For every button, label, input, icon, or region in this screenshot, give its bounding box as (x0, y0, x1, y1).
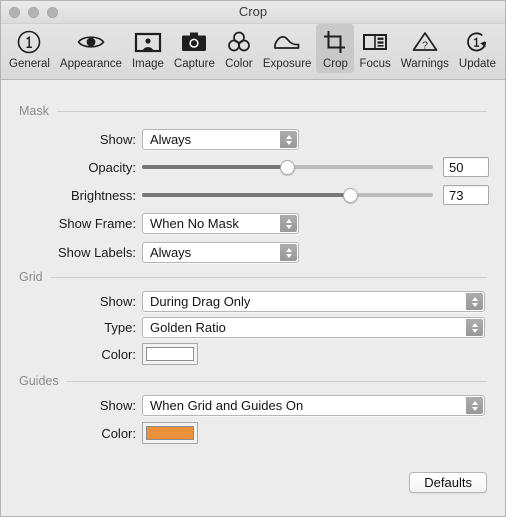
toolbar-item-label: Update (458, 58, 497, 70)
toolbar-item-label: General (9, 58, 50, 70)
row-mask-show-frame: Show Frame: When No Mask (1, 213, 299, 234)
grid-color-swatch (146, 347, 194, 361)
framed-portrait-icon (134, 28, 162, 56)
toolbar-item-crop[interactable]: Crop (316, 24, 355, 73)
preferences-content: Mask Show: Always Opacity: 50 Brightness… (1, 80, 505, 516)
mask-show-value: Always (150, 132, 192, 147)
mask-show-label: Show: (99, 132, 136, 147)
toolbar-item-color[interactable]: Color (220, 24, 258, 73)
mask-opacity-slider[interactable] (142, 157, 433, 177)
section-divider (66, 380, 487, 382)
toolbar-item-capture[interactable]: Capture (169, 24, 220, 73)
grid-show-label: Show: (99, 294, 136, 309)
row-grid-type: Type: Golden Ratio (1, 317, 485, 338)
mask-opacity-label: Opacity: (88, 159, 136, 175)
mountain-curve-icon (272, 28, 302, 56)
section-divider (56, 110, 487, 112)
slider-fill (142, 165, 288, 169)
slider-fill (142, 193, 351, 197)
numbered-circle-one-icon (16, 28, 42, 56)
mask-show-labels-popup[interactable]: Always (142, 242, 299, 263)
mask-brightness-field[interactable]: 73 (443, 185, 489, 205)
title-bar: Crop (1, 1, 505, 24)
guides-show-popup[interactable]: When Grid and Guides On (142, 395, 485, 416)
defaults-button[interactable]: Defaults (409, 472, 487, 493)
guides-color-well[interactable] (142, 422, 198, 444)
toolbar-item-exposure[interactable]: Exposure (258, 24, 317, 73)
guides-show-value: When Grid and Guides On (150, 398, 304, 413)
guides-color-label: Color: (101, 425, 136, 441)
mask-opacity-field[interactable]: 50 (443, 157, 489, 177)
grid-show-value: During Drag Only (150, 294, 251, 309)
guides-color-swatch (146, 426, 194, 440)
mask-show-frame-popup[interactable]: When No Mask (142, 213, 299, 234)
grid-color-label: Color: (101, 346, 136, 362)
window-title: Crop (238, 4, 268, 19)
chevron-updown-icon (280, 244, 297, 261)
toolbar-item-focus[interactable]: Focus (354, 24, 395, 73)
mask-show-frame-value: When No Mask (150, 216, 239, 231)
row-guides-color: Color: (1, 422, 198, 444)
chevron-updown-icon (466, 293, 483, 310)
guides-show-label: Show: (99, 398, 136, 413)
chevron-updown-icon (280, 215, 297, 232)
grid-type-value: Golden Ratio (150, 320, 226, 335)
toolbar-item-appearance[interactable]: Appearance (55, 24, 127, 73)
svg-text:?: ? (422, 39, 428, 51)
toolbar-item-label: Warnings (400, 58, 449, 70)
mask-show-labels-value: Always (150, 245, 192, 260)
warning-triangle-icon: ? (411, 28, 439, 56)
section-header-grid: Grid (19, 270, 487, 284)
row-mask-show-labels: Show Labels: Always (1, 242, 299, 263)
toolbar-item-label: Exposure (262, 58, 312, 70)
toolbar-item-warnings[interactable]: ? Warnings (396, 24, 454, 73)
toolbar-item-image[interactable]: Image (127, 24, 169, 73)
mask-brightness-label: Brightness: (70, 187, 136, 203)
chevron-updown-icon (466, 319, 483, 336)
mask-brightness-slider[interactable] (142, 185, 433, 205)
toolbar-item-label: Appearance (59, 58, 122, 70)
toolbar-item-label: Focus (359, 58, 391, 70)
mask-show-popup[interactable]: Always (142, 129, 299, 150)
slider-knob[interactable] (280, 160, 295, 175)
mask-show-frame-label: Show Frame: (58, 216, 136, 231)
toolbar-item-update[interactable]: Update (454, 24, 501, 73)
section-title: Mask (19, 104, 49, 118)
section-divider (50, 276, 487, 278)
grid-type-popup[interactable]: Golden Ratio (142, 317, 485, 338)
row-guides-show: Show: When Grid and Guides On (1, 395, 485, 416)
eye-icon (76, 28, 106, 56)
row-mask-brightness: Brightness: 73 (1, 185, 489, 205)
toolbar-item-label: Image (131, 58, 164, 70)
toolbar-item-label: Color (225, 58, 253, 70)
toolbar-item-label: Capture (173, 58, 215, 70)
section-title: Grid (19, 270, 43, 284)
toolbar-item-general[interactable]: General (4, 24, 55, 73)
row-grid-show: Show: During Drag Only (1, 291, 485, 312)
slider-knob[interactable] (343, 188, 359, 203)
row-grid-color: Color: (1, 343, 198, 365)
toolbar-item-label: Crop (322, 58, 348, 70)
chevron-updown-icon (280, 131, 297, 148)
grid-color-well[interactable] (142, 343, 198, 365)
chevron-updown-icon (466, 397, 483, 414)
grid-type-label: Type: (104, 320, 136, 335)
crop-icon (321, 28, 349, 56)
refresh-one-icon (463, 28, 491, 56)
preferences-window: Crop General Appearance Image Capture Co… (0, 0, 506, 517)
section-header-guides: Guides (19, 374, 487, 388)
section-title: Guides (19, 374, 59, 388)
camera-icon (180, 28, 208, 56)
three-circles-icon (225, 28, 253, 56)
preferences-toolbar: General Appearance Image Capture Color E… (1, 24, 505, 80)
section-header-mask: Mask (19, 104, 487, 118)
row-mask-opacity: Opacity: 50 (1, 157, 489, 177)
focus-grid-icon (361, 28, 389, 56)
mask-show-labels-label: Show Labels: (57, 245, 136, 260)
grid-show-popup[interactable]: During Drag Only (142, 291, 485, 312)
row-mask-show: Show: Always (1, 129, 299, 150)
